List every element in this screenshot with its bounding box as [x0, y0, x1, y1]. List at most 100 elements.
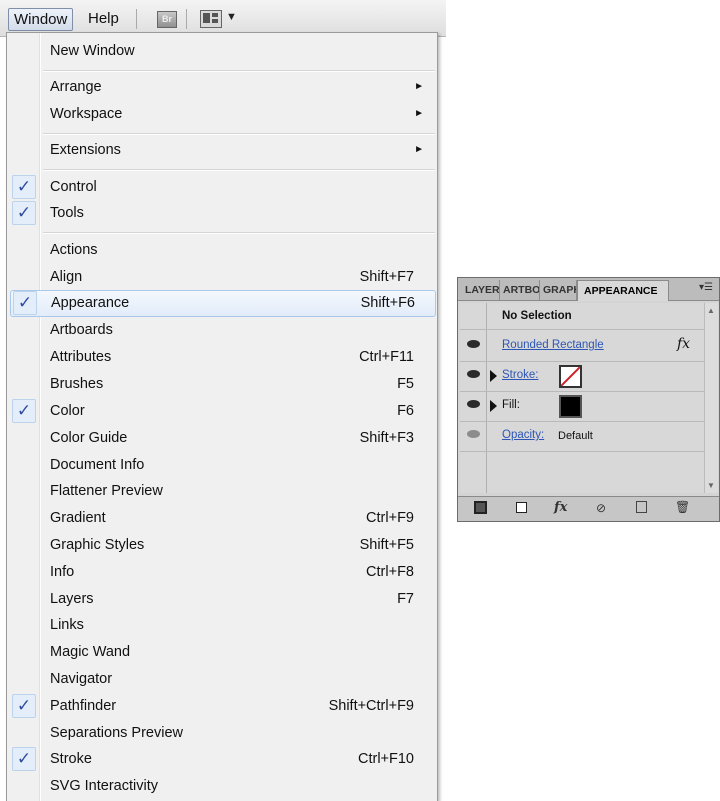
expand-triangle-icon[interactable] [490, 370, 497, 382]
add-new-stroke-icon[interactable] [474, 501, 487, 514]
fill-row[interactable]: Fill: [460, 392, 704, 422]
menu-item-layers[interactable]: Layers F7 [10, 586, 434, 612]
clear-appearance-icon[interactable]: ⊘ [596, 501, 606, 515]
menu-item-flattener-preview[interactable]: Flattener Preview [10, 478, 434, 504]
menu-item-label: Align [50, 269, 83, 285]
menu-item-shortcut: F5 [397, 376, 414, 392]
menu-separator [43, 70, 435, 72]
menu-item-label: Info [50, 564, 75, 580]
menu-separator [43, 232, 435, 234]
menu-item-graphic-styles[interactable]: Graphic Styles Shift+F5 [10, 532, 434, 558]
menu-item-arrange[interactable]: Arrange ► [10, 74, 434, 100]
eye-column [460, 330, 487, 361]
chevron-down-icon[interactable]: ▼ [226, 11, 237, 23]
menu-item-shortcut: Ctrl+F10 [357, 751, 414, 767]
menu-item-artboards[interactable]: Artboards [10, 317, 434, 343]
menu-item-stroke[interactable]: ✓ Stroke Ctrl+F10 [10, 746, 434, 772]
stroke-row[interactable]: Stroke: [460, 362, 704, 392]
menu-item-label: Stroke [50, 751, 92, 767]
menu-item-label: Control [50, 179, 97, 195]
fill-black-swatch[interactable] [559, 395, 582, 418]
visibility-eye-icon[interactable] [467, 370, 480, 378]
menu-item-info[interactable]: Info Ctrl+F8 [10, 559, 434, 585]
menu-item-actions[interactable]: Actions [10, 237, 434, 263]
selection-row: No Selection [460, 303, 704, 330]
menu-item-label: New Window [50, 43, 135, 59]
duplicate-item-icon[interactable] [636, 501, 647, 513]
menu-item-links[interactable]: Links [10, 612, 434, 638]
menu-window[interactable]: Window [8, 8, 74, 31]
bridge-icon[interactable]: Br [157, 11, 177, 28]
panel-scrollbar[interactable]: ▲ ▼ [704, 303, 718, 493]
appearance-panel: LAYERS ARTBOARDS GRAPHIC STYLES APPEARAN… [457, 277, 720, 522]
menu-item-extensions[interactable]: Extensions ► [10, 137, 434, 163]
expand-triangle-icon[interactable] [490, 400, 497, 412]
menu-item-label: Links [50, 617, 84, 633]
checkmark-icon: ✓ [12, 201, 36, 225]
panel-menu-icon[interactable]: ▾☰ [699, 282, 713, 293]
menu-item-new-window[interactable]: New Window [10, 38, 434, 64]
visibility-eye-icon[interactable] [467, 400, 480, 408]
menu-help[interactable]: Help [82, 8, 125, 30]
checkmark-icon: ✓ [12, 747, 36, 771]
menu-item-color[interactable]: ✓ Color F6 [10, 398, 434, 424]
visibility-eye-icon[interactable] [467, 430, 480, 438]
menu-item-label: Layers [50, 591, 94, 607]
panel-footer-toolbar: fx ⊘ 🗑 [458, 496, 719, 521]
trash-icon[interactable]: 🗑 [675, 500, 690, 514]
checkmark-icon: ✓ [12, 694, 36, 718]
window-menu: New Window Arrange ► Workspace ► Extensi… [6, 32, 438, 801]
eye-column-empty [460, 452, 487, 493]
tab-layers[interactable]: LAYERS [462, 280, 500, 300]
opacity-link[interactable]: Opacity: [502, 429, 544, 441]
scroll-up-icon[interactable]: ▲ [707, 306, 715, 315]
tab-appearance[interactable]: APPEARANCE [577, 280, 669, 301]
menu-item-workspace[interactable]: Workspace ► [10, 101, 434, 127]
tab-graphic-styles[interactable]: GRAPHIC STYLES [540, 280, 577, 300]
menu-item-shortcut: Shift+Ctrl+F9 [328, 698, 414, 714]
menu-item-tools[interactable]: ✓ Tools [10, 200, 434, 226]
rounded-rectangle-link[interactable]: Rounded Rectangle [502, 339, 604, 351]
fill-label: Fill: [502, 399, 520, 411]
add-new-effect-icon[interactable]: fx [554, 500, 567, 515]
menu-item-magic-wand[interactable]: Magic Wand [10, 639, 434, 665]
menu-item-align[interactable]: Align Shift+F7 [10, 264, 434, 290]
menu-item-label: Appearance [51, 295, 130, 311]
arrange-documents-icon[interactable] [200, 10, 222, 28]
menu-item-shortcut: F6 [397, 403, 414, 419]
menu-item-label: Graphic Styles [50, 537, 145, 553]
menu-item-label: Color Guide [50, 430, 128, 446]
menu-item-control[interactable]: ✓ Control [10, 174, 434, 200]
object-row[interactable]: Rounded Rectangle fx [460, 330, 704, 362]
menu-item-gradient[interactable]: Gradient Ctrl+F9 [10, 505, 434, 531]
tab-artboards[interactable]: ARTBOARDS [500, 280, 540, 300]
appearance-list: No Selection Rounded Rectangle fx Stroke… [460, 303, 704, 493]
menu-item-svg-interactivity[interactable]: SVG Interactivity [10, 773, 434, 799]
menu-item-separations-preview[interactable]: Separations Preview [10, 720, 434, 746]
menu-item-label: Magic Wand [50, 644, 131, 660]
scroll-down-icon[interactable]: ▼ [707, 481, 715, 490]
menu-item-shortcut: Ctrl+F9 [366, 510, 414, 526]
stroke-none-swatch[interactable] [559, 365, 582, 388]
menu-item-document-info[interactable]: Document Info [10, 452, 434, 478]
menu-item-appearance[interactable]: ✓ Appearance Shift+F6 [10, 290, 436, 317]
menu-item-attributes[interactable]: Attributes Ctrl+F11 [10, 344, 434, 370]
menu-item-label: Gradient [50, 510, 106, 526]
menubar-divider [186, 9, 187, 29]
menu-item-pathfinder[interactable]: ✓ Pathfinder Shift+Ctrl+F9 [10, 693, 434, 719]
eye-column [460, 362, 487, 391]
menu-item-color-guide[interactable]: Color Guide Shift+F3 [10, 425, 434, 451]
eye-column [460, 422, 487, 451]
menu-item-navigator[interactable]: Navigator [10, 666, 434, 692]
checkmark-icon: ✓ [12, 175, 36, 199]
menu-item-shortcut: Shift+F6 [360, 295, 415, 311]
menu-item-label: Navigator [50, 671, 113, 687]
visibility-eye-icon[interactable] [467, 340, 480, 348]
opacity-row[interactable]: Opacity: Default [460, 422, 704, 452]
selection-label: No Selection [502, 310, 572, 322]
stroke-link[interactable]: Stroke: [502, 369, 538, 381]
menu-separator [43, 133, 435, 135]
fx-icon[interactable]: fx [677, 336, 690, 352]
add-new-fill-icon[interactable] [516, 502, 527, 513]
menu-item-brushes[interactable]: Brushes F5 [10, 371, 434, 397]
